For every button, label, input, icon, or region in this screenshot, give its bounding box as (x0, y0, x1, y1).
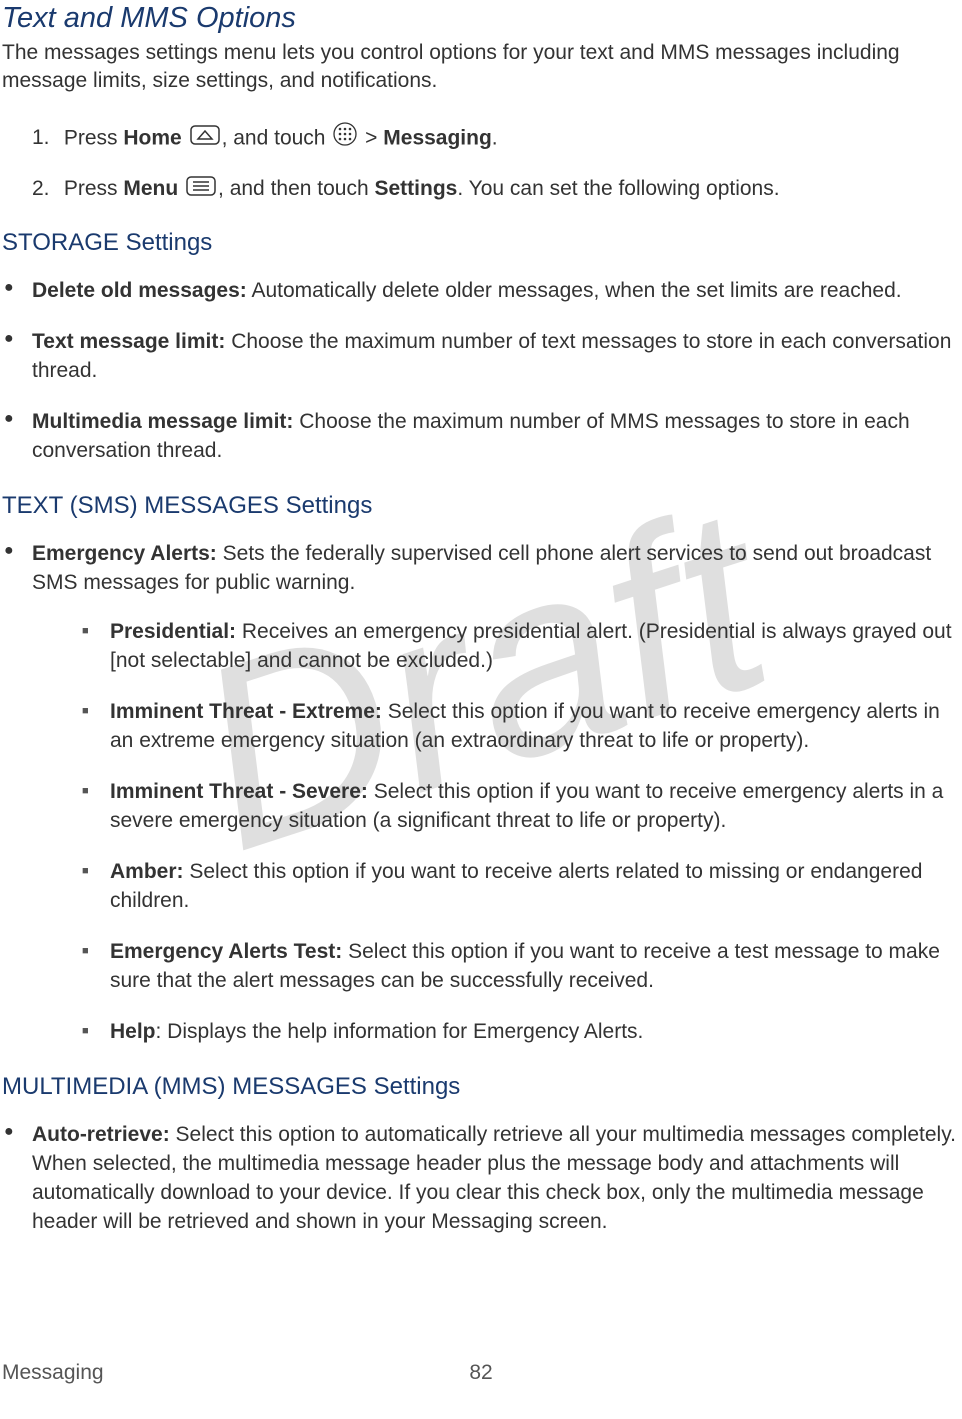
mms-bullets: ● Auto-retrieve: Select this option to a… (4, 1121, 960, 1237)
home-label: Home (123, 126, 181, 149)
bullet-auto-retrieve: ● Auto-retrieve: Select this option to a… (4, 1121, 960, 1237)
mms-heading: MULTIMEDIA (MMS) MESSAGES Settings (2, 1073, 960, 1101)
sub-label: Presidential: (110, 620, 236, 643)
sub-marker-icon: ■ (82, 1018, 110, 1047)
step-number: 1. (32, 122, 58, 154)
sub-desc: : Displays the help information for Emer… (156, 1020, 644, 1043)
bullet-desc: Select this option to automatically retr… (32, 1123, 956, 1233)
page-footer: Messaging 82 (2, 1361, 960, 1385)
ordered-steps: 1. Press Home , and touch > Messaging. 2… (32, 122, 960, 206)
page-title: Text and MMS Options (2, 2, 960, 35)
sub-marker-icon: ■ (82, 938, 110, 996)
sub-marker-icon: ■ (82, 778, 110, 836)
bullet-label: Auto-retrieve: (32, 1123, 170, 1146)
bullet-label: Delete old messages: (32, 279, 247, 302)
footer-section: Messaging (2, 1361, 104, 1385)
sub-label: Help (110, 1020, 156, 1043)
step-text: , and then touch (218, 177, 374, 200)
bullet-marker-icon: ● (4, 1121, 32, 1237)
sms-bullets: ● Emergency Alerts: Sets the federally s… (4, 540, 960, 1047)
bullet-label: Emergency Alerts: (32, 542, 217, 565)
menu-label: Menu (123, 177, 178, 200)
apps-grid-icon (333, 122, 357, 156)
bullet-desc: Automatically delete older messages, whe… (247, 279, 902, 302)
sms-heading: TEXT (SMS) MESSAGES Settings (2, 492, 960, 520)
bullet-text-limit: ● Text message limit: Choose the maximum… (4, 328, 960, 386)
bullet-mms-limit: ● Multimedia message limit: Choose the m… (4, 408, 960, 466)
settings-label: Settings (375, 177, 458, 200)
bullet-marker-icon: ● (4, 540, 32, 598)
messaging-label: Messaging (383, 126, 492, 149)
step-text: , and touch (222, 126, 332, 149)
step-text: Press (64, 126, 124, 149)
sub-label: Imminent Threat - Severe: (110, 780, 368, 803)
bullet-emergency-alerts: ● Emergency Alerts: Sets the federally s… (4, 540, 960, 598)
sub-label: Amber: (110, 860, 184, 883)
step-text: > (365, 126, 383, 149)
step-number: 2. (32, 173, 58, 205)
step-text: Press (64, 177, 124, 200)
step-1: 1. Press Home , and touch > Messaging. (32, 122, 960, 156)
storage-bullets: ● Delete old messages: Automatically del… (4, 277, 960, 466)
intro-text: The messages settings menu lets you cont… (2, 39, 960, 96)
bullet-marker-icon: ● (4, 408, 32, 466)
footer-page-number: 82 (469, 1361, 492, 1385)
bullet-label: Multimedia message limit: (32, 410, 293, 433)
sub-imminent-extreme: ■ Imminent Threat - Extreme: Select this… (82, 698, 960, 756)
sub-desc: Receives an emergency presidential alert… (110, 620, 952, 672)
bullet-label: Text message limit: (32, 330, 225, 353)
sub-marker-icon: ■ (82, 858, 110, 916)
sub-marker-icon: ■ (82, 618, 110, 676)
bullet-delete-old: ● Delete old messages: Automatically del… (4, 277, 960, 306)
step-2: 2. Press Menu , and then touch Settings.… (32, 173, 960, 205)
sub-label: Imminent Threat - Extreme: (110, 700, 382, 723)
sub-label: Emergency Alerts Test: (110, 940, 342, 963)
sub-imminent-severe: ■ Imminent Threat - Severe: Select this … (82, 778, 960, 836)
sub-alerts-test: ■ Emergency Alerts Test: Select this opt… (82, 938, 960, 996)
sub-presidential: ■ Presidential: Receives an emergency pr… (82, 618, 960, 676)
page-content: Text and MMS Options The messages settin… (0, 0, 962, 1237)
step-text: . You can set the following options. (457, 177, 779, 200)
storage-heading: STORAGE Settings (2, 229, 960, 257)
bullet-marker-icon: ● (4, 277, 32, 306)
sub-help: ■ Help: Displays the help information fo… (82, 1018, 960, 1047)
bullet-marker-icon: ● (4, 328, 32, 386)
emergency-sub-bullets: ■ Presidential: Receives an emergency pr… (82, 618, 960, 1047)
step-text: . (492, 126, 498, 149)
home-icon (190, 123, 220, 155)
sub-amber: ■ Amber: Select this option if you want … (82, 858, 960, 916)
sub-marker-icon: ■ (82, 698, 110, 756)
sub-desc: Select this option if you want to receiv… (110, 860, 922, 912)
menu-icon (186, 174, 216, 206)
